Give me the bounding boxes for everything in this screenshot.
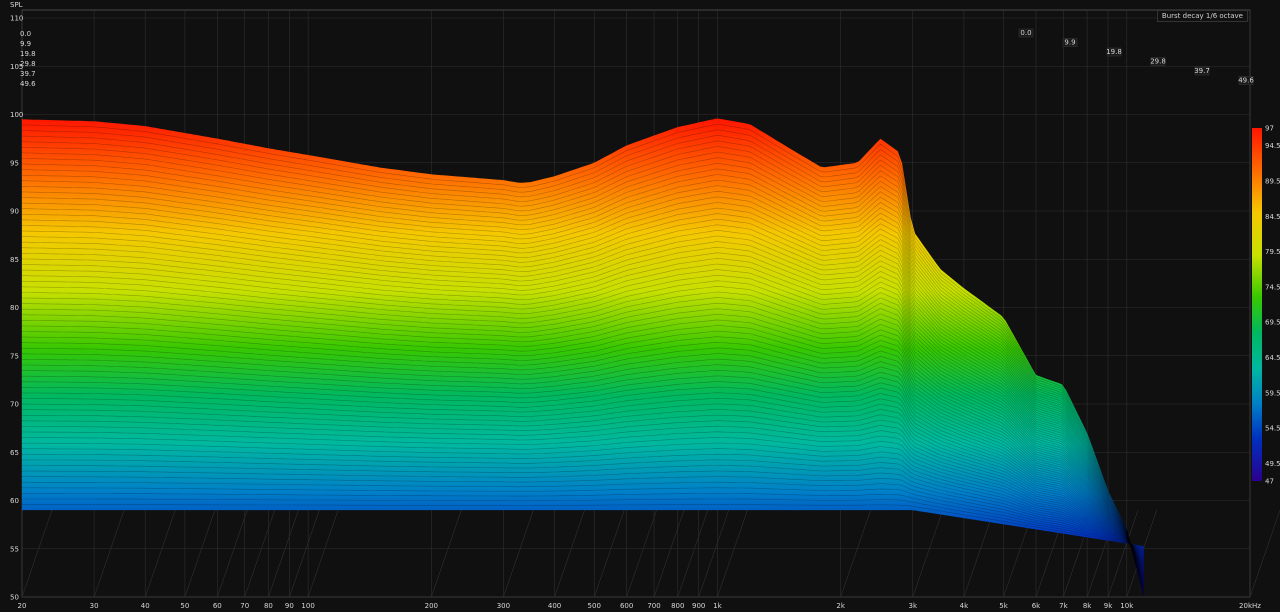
y-tick-label: 80 — [10, 304, 19, 312]
colorbar-tick-label: 54.5 — [1265, 425, 1280, 433]
floor-gridline — [840, 509, 871, 598]
x-tick-label: 6k — [1032, 602, 1041, 610]
floor-gridline — [184, 509, 216, 598]
burst-decay-chart: 110 105 100 95 90 85 80 75 70 65 60 55 50 SPL 20 30 40 50… — [0, 0, 1280, 612]
floor-gridline — [503, 509, 534, 598]
z-tick-label: 39.7 — [1194, 67, 1210, 75]
floor-gridline — [217, 509, 248, 598]
x-tick-label: 800 — [671, 602, 684, 610]
colorbar-tick-label: 79.5 — [1265, 248, 1280, 256]
floor-gridline — [593, 509, 625, 598]
x-tick-label: 20 — [18, 602, 27, 610]
colorbar-tick-label: 64.5 — [1265, 354, 1280, 362]
x-tick-label: 50 — [180, 602, 189, 610]
x-tick-label: 40 — [141, 602, 150, 610]
waterfall-surface — [22, 118, 1144, 597]
colorbar-tick-label: 47 — [1265, 478, 1274, 486]
x-tick-label: 70 — [240, 602, 249, 610]
x-tick-label: 90 — [285, 602, 294, 610]
z-tick-label-left: 19.8 — [20, 50, 36, 58]
z-tick-label-left: 9.9 — [20, 40, 31, 48]
colorbar-tick-label: 74.5 — [1265, 283, 1280, 291]
x-tick-label: 400 — [548, 602, 561, 610]
colorbar-tick-label: 84.5 — [1265, 213, 1280, 221]
floor-gridline — [244, 509, 275, 598]
colorbar-tick-label: 89.5 — [1265, 177, 1280, 185]
y-axis-title: SPL — [10, 1, 23, 9]
y-tick-label: 90 — [10, 208, 19, 216]
z-tick-label: 9.9 — [1064, 39, 1075, 47]
chart-title: Burst decay 1/6 octave — [1156, 10, 1248, 22]
x-tick-label: 2k — [836, 602, 845, 610]
colorbar-tick-label: 49.5 — [1265, 460, 1280, 468]
x-tick-label: 7k — [1059, 602, 1068, 610]
z-tick-label: 19.8 — [1106, 48, 1122, 56]
floor-gridline — [717, 509, 748, 598]
floor-gridline — [554, 509, 585, 598]
floor-gridline — [431, 509, 462, 598]
floor-gridline — [626, 509, 657, 598]
x-tick-label: 900 — [692, 602, 705, 610]
floor-gridline — [144, 509, 176, 598]
colorbar-tick-label: 94.5 — [1265, 142, 1280, 150]
y-tick-label: 85 — [10, 256, 19, 264]
x-tick-label: 1k — [713, 602, 722, 610]
x-tick-label: 10k — [1120, 602, 1134, 610]
x-tick-label: 700 — [647, 602, 660, 610]
colorbar-tick-label: 97 — [1265, 125, 1274, 133]
x-tick-label: 500 — [588, 602, 601, 610]
x-tick-label: 200 — [425, 602, 438, 610]
z-tick-label: 29.8 — [1150, 58, 1166, 66]
floor-gridline — [21, 509, 53, 598]
x-tick-label: 300 — [497, 602, 510, 610]
floor-gridline — [912, 509, 944, 598]
y-tick-label: 65 — [10, 449, 19, 457]
z-tick-label-left: 39.7 — [20, 70, 36, 78]
x-tick-label: 600 — [620, 602, 633, 610]
y-tick-label: 70 — [10, 401, 19, 409]
x-tick-label: 8k — [1083, 602, 1092, 610]
y-tick-label: 95 — [10, 159, 19, 167]
x-tick-label: 20kHz — [1239, 602, 1261, 610]
colorbar-scale — [1252, 128, 1262, 481]
y-tick-label: 110 — [10, 15, 23, 23]
colorbar-tick-label: 69.5 — [1265, 319, 1280, 327]
colorbar-tick-label: 59.5 — [1265, 389, 1280, 397]
y-tick-label: 100 — [10, 111, 23, 119]
y-tick-label: 50 — [10, 594, 19, 602]
x-tick-label: 60 — [213, 602, 222, 610]
z-tick-label-left: 29.8 — [20, 60, 36, 68]
floor-gridline — [93, 509, 125, 598]
z-tick-label: 49.6 — [1238, 77, 1254, 85]
x-tick-label: 100 — [301, 602, 314, 610]
floor-gridline — [307, 509, 339, 598]
z-tick-label: 0.0 — [1020, 29, 1031, 37]
floor-gridline — [1249, 509, 1280, 598]
x-tick-label: 4k — [960, 602, 969, 610]
y-tick-label: 55 — [10, 545, 19, 553]
y-tick-label: 60 — [10, 497, 19, 505]
floor-gridline — [963, 509, 995, 598]
chart-plot: 11010510095908580757065605550SPL20 30 40 50… — [10, 1, 1280, 610]
y-tick-label: 75 — [10, 352, 19, 360]
z-tick-label-left: 0.0 — [20, 30, 31, 38]
x-tick-label: 3k — [908, 602, 917, 610]
x-tick-label: 80 — [264, 602, 273, 610]
x-tick-label: 5k — [999, 602, 1008, 610]
x-tick-label: 30 — [90, 602, 99, 610]
z-tick-label-left: 49.6 — [20, 80, 36, 88]
x-tick-label: 9k — [1104, 602, 1113, 610]
floor-gridline — [653, 509, 685, 598]
colorbar: 97 94.5 89.5 84.5 79.5 74.5 69.5 64.5 59.5 54.5 49… — [1252, 125, 1280, 486]
